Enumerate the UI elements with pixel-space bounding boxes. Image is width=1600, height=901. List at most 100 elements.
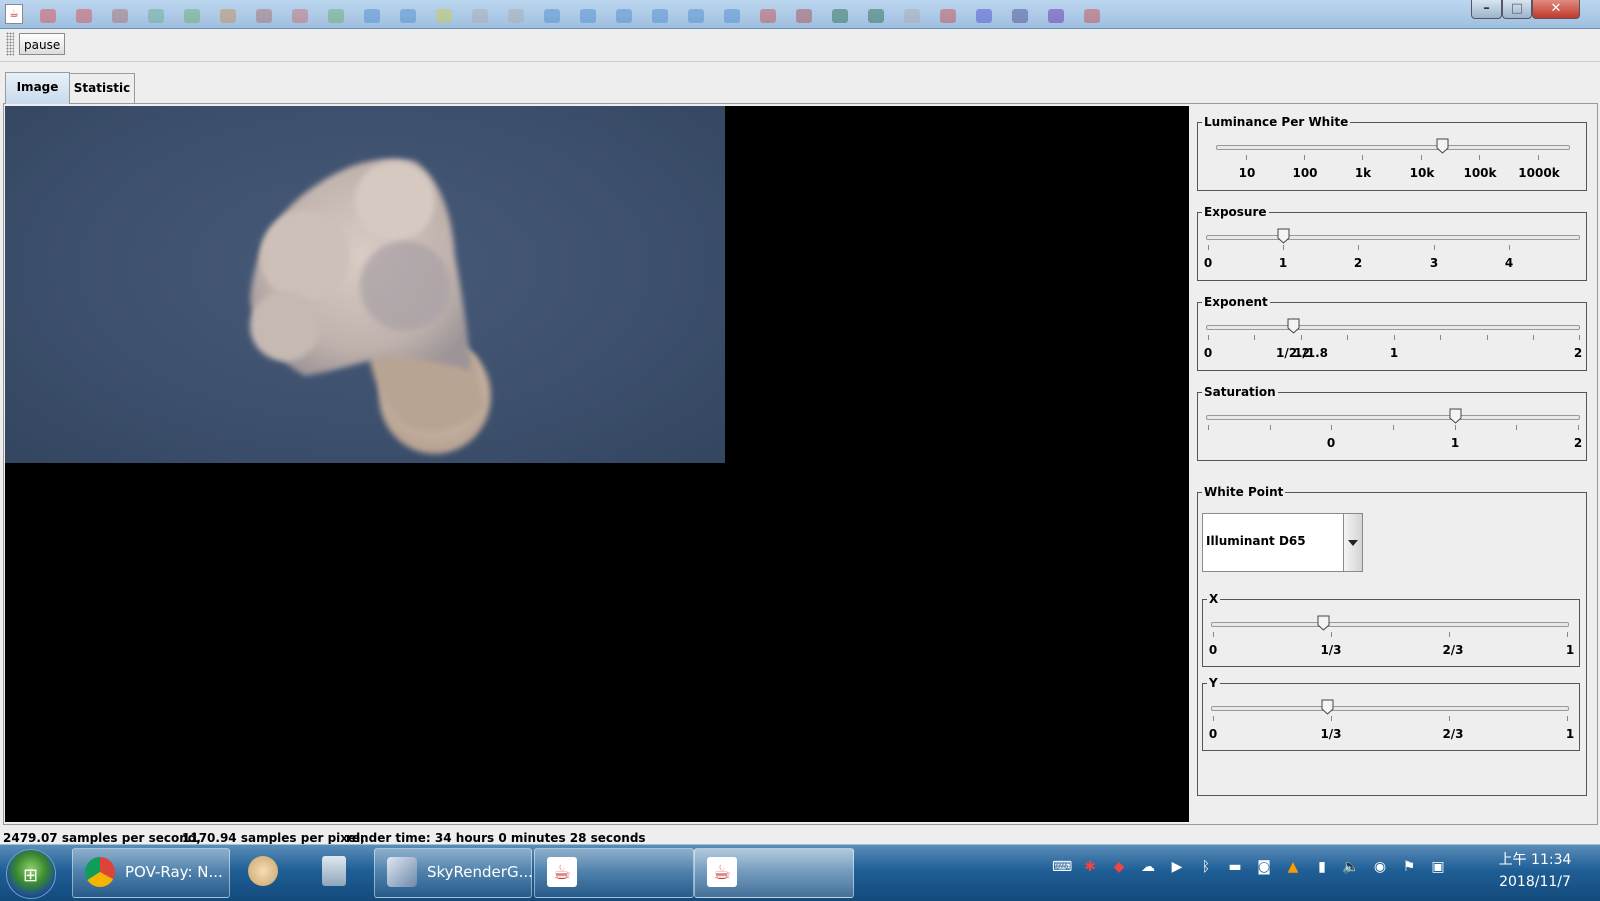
tab-statistic[interactable]: Statistic (69, 73, 135, 103)
taskbar: ⊞ POV-Ray: N... SkyRenderG... ☕ ☕ ⌨ ✱ ◆ ☁ ▶ ᛒ… (0, 844, 1600, 901)
rendered-cloud-image (5, 106, 725, 463)
display-icon[interactable]: ▣ (1429, 859, 1447, 877)
exposure-tick-label: 2 (1353, 256, 1363, 270)
exposure-tick-label: 4 (1504, 256, 1514, 270)
white-point-y-slider-thumb[interactable] (1321, 699, 1334, 715)
taskbar-item-java-1[interactable]: ☕ (534, 848, 694, 898)
exponent-tick-label: 0 (1203, 346, 1213, 360)
white-point-x-tick-label: 1/3 (1320, 643, 1342, 657)
clock[interactable]: 上午 11:34 2018/11/7 (1490, 849, 1580, 893)
exposure-tick-label: 1 (1278, 256, 1288, 270)
background-desktop-icons (40, 9, 1420, 25)
saturation-title: Saturation (1202, 384, 1278, 400)
close-button[interactable]: ✕ (1532, 0, 1580, 19)
luminance-title: Luminance Per White (1202, 114, 1351, 130)
taskbar-item-chrome[interactable]: POV-Ray: N... (72, 848, 230, 898)
saturation-tick-label: 2 (1573, 436, 1583, 450)
exposure-group: Exposure 0 1 2 3 4 (1197, 204, 1587, 281)
clock-time: 上午 11:34 (1498, 852, 1572, 868)
white-point-x-tick-label: 1 (1565, 643, 1575, 657)
luminance-tick-label: 10k (1409, 166, 1435, 180)
illuminant-selected-value: Illuminant D65 (1206, 534, 1306, 548)
flag-icon[interactable]: ⚑ (1400, 859, 1418, 877)
render-viewport (5, 106, 1189, 822)
status-render-time: render time: 34 hours 0 minutes 28 secon… (346, 831, 646, 845)
drive-icon[interactable]: ▬ (1226, 859, 1244, 877)
white-point-x-group: X 0 1/3 2/3 1 (1202, 591, 1580, 667)
toolbar-grip[interactable] (6, 32, 14, 56)
white-point-x-tick-label: 2/3 (1442, 643, 1464, 657)
tab-image[interactable]: Image (5, 72, 70, 104)
taskbar-item-calculator[interactable] (300, 848, 368, 896)
white-point-y-tick-label: 2/3 (1442, 727, 1464, 741)
battery-icon[interactable]: ▮ (1313, 859, 1331, 877)
saturation-tick-label: 0 (1326, 436, 1336, 450)
exponent-tick-label: 2 (1573, 346, 1583, 360)
saturation-slider-thumb[interactable] (1449, 408, 1462, 424)
media-icon[interactable]: ▶ (1168, 859, 1186, 877)
exponent-slider-track[interactable] (1206, 325, 1580, 330)
windows-logo-icon: ⊞ (23, 865, 39, 886)
network-app-icon[interactable]: ✱ (1081, 859, 1099, 877)
system-tray: ⌨ ✱ ◆ ☁ ▶ ᛒ ▬ ◙ ▲ ▮ 🔈 ◉ ⚑ ▣ (1052, 859, 1458, 883)
taskbar-item-paint[interactable] (230, 848, 298, 896)
wifi-icon[interactable]: ◉ (1371, 859, 1389, 877)
illuminant-select[interactable]: Illuminant D65 (1202, 513, 1363, 572)
bluetooth-icon[interactable]: ᛒ (1197, 859, 1215, 877)
white-point-title: White Point (1202, 484, 1286, 500)
exposure-title: Exposure (1202, 204, 1269, 220)
saturation-tick-label: 1 (1450, 436, 1460, 450)
white-point-x-slider-thumb[interactable] (1317, 615, 1330, 631)
white-point-y-group: Y 0 1/3 2/3 1 (1202, 675, 1580, 751)
taskbar-item-java-2[interactable]: ☕ (694, 848, 854, 898)
luminance-tick-label: 100 (1292, 166, 1318, 180)
exponent-tick-label: 1/1.8 (1294, 346, 1328, 360)
exponent-slider-thumb[interactable] (1287, 318, 1300, 334)
clock-date: 2018/11/7 (1499, 874, 1571, 890)
white-point-group: White Point Illuminant D65 X 0 1/3 2/3 1… (1197, 484, 1587, 796)
status-samples-per-second: 2479.07 samples per second, (3, 831, 201, 845)
luminance-slider-track[interactable] (1216, 145, 1570, 150)
exponent-title: Exponent (1202, 294, 1270, 310)
dropdown-button[interactable] (1343, 514, 1362, 571)
maximize-button[interactable]: □ (1502, 0, 1532, 19)
title-bar: ☕ – □ ✕ (0, 0, 1600, 29)
volume-icon[interactable]: 🔈 (1342, 859, 1360, 877)
app-tray-icon[interactable]: ◙ (1255, 859, 1273, 877)
exposure-slider-thumb[interactable] (1277, 228, 1290, 244)
start-button[interactable]: ⊞ (6, 849, 56, 899)
tone-mapping-panel: Luminance Per White 10 100 1k 10k 100k 1… (1195, 106, 1595, 822)
white-point-x-title: X (1207, 591, 1221, 607)
java-icon: ☕ (707, 857, 737, 887)
update-icon[interactable]: ▲ (1284, 859, 1302, 877)
white-point-x-tick-label: 0 (1208, 643, 1218, 657)
luminance-group: Luminance Per White 10 100 1k 10k 100k 1… (1197, 114, 1587, 191)
white-point-y-title: Y (1207, 675, 1220, 691)
toolbar: pause (0, 29, 1600, 62)
taskbar-item-skyrender[interactable]: SkyRenderG... (374, 848, 533, 898)
white-point-y-slider-track[interactable] (1211, 706, 1569, 711)
exposure-slider-track[interactable] (1206, 235, 1580, 240)
keyboard-icon[interactable]: ⌨ (1052, 859, 1072, 877)
pause-button[interactable]: pause (19, 33, 66, 55)
cube-icon (387, 857, 417, 887)
app-window: pause Image Statistic Luminance Per Whit… (0, 29, 1600, 845)
white-point-x-slider-track[interactable] (1211, 622, 1569, 627)
white-point-y-tick-label: 1 (1565, 727, 1575, 741)
calculator-icon (322, 856, 346, 886)
taskbar-item-label: POV-Ray: N... (125, 863, 223, 881)
luminance-tick-label: 1000k (1518, 166, 1560, 180)
saturation-slider-track[interactable] (1206, 415, 1580, 420)
taskbar-item-label: SkyRenderG... (427, 863, 533, 881)
luminance-tick-label: 100k (1463, 166, 1497, 180)
exponent-tick-label: 1 (1389, 346, 1399, 360)
luminance-tick-label: 1k (1354, 166, 1372, 180)
status-samples-per-pixel: 1170.94 samples per pixel, (182, 831, 365, 845)
cloud-icon[interactable]: ☁ (1139, 859, 1157, 877)
java-icon: ☕ (5, 4, 23, 24)
exposure-tick-label: 3 (1429, 256, 1439, 270)
luminance-slider-thumb[interactable] (1436, 138, 1449, 154)
chevron-down-icon (1348, 540, 1358, 546)
minimize-button[interactable]: – (1471, 0, 1502, 19)
shield-icon[interactable]: ◆ (1110, 859, 1128, 877)
